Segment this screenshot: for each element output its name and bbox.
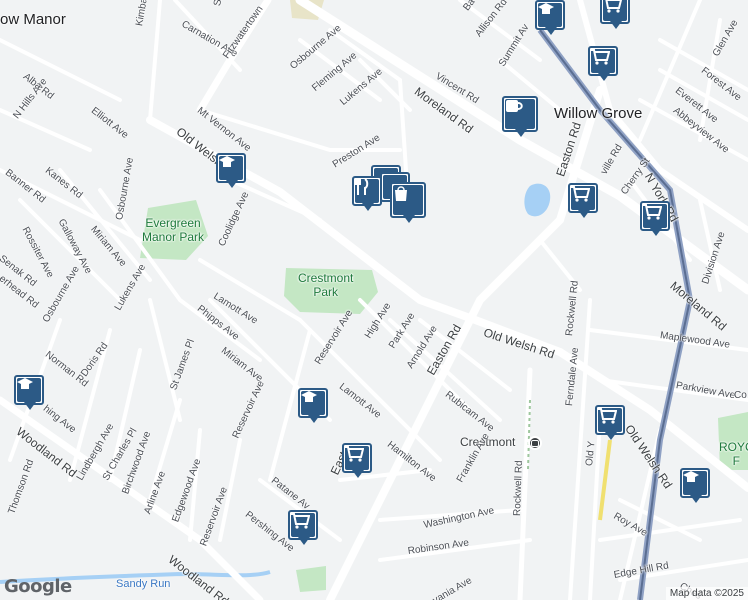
school-pin[interactable] [535, 0, 565, 35]
shopping-bag-icon [395, 186, 407, 201]
map-canvas[interactable]: ow Manor Willow Grove Crestmont Evergree… [0, 0, 748, 600]
shopping-cart-icon [598, 408, 617, 424]
map-attribution[interactable]: Map data ©2025 [665, 587, 748, 600]
grocery-pin[interactable] [568, 183, 598, 218]
shopping-cart-icon [291, 513, 310, 529]
grocery-pin[interactable] [588, 46, 618, 81]
trail-yellow [598, 439, 612, 521]
grocery-pin[interactable] [288, 510, 318, 545]
restaurant-pin[interactable] [352, 176, 382, 211]
school-icon [17, 378, 33, 389]
school-pin[interactable] [680, 468, 710, 503]
water-label-sandy-run: Sandy Run [116, 578, 171, 590]
school-icon [301, 391, 317, 402]
cafe-icon [506, 100, 523, 112]
school-icon [538, 3, 554, 14]
street-label: Rockwell Rd [512, 460, 525, 517]
park-label-evergreen: Evergreen Manor Park [142, 216, 205, 244]
school-pin[interactable] [216, 153, 246, 188]
map-base-layer [0, 0, 748, 600]
shopping-cart-icon [591, 49, 610, 65]
grocery-pin[interactable] [600, 0, 630, 32]
park-area-south [296, 566, 326, 592]
street-label: Co [734, 390, 747, 401]
shopping-cart-icon [605, 0, 622, 13]
google-logo[interactable]: Google [4, 576, 72, 597]
grocery-pin[interactable] [640, 201, 670, 236]
grocery-pin[interactable] [342, 443, 372, 478]
pond [524, 183, 551, 217]
shopping-cart-icon [643, 204, 662, 220]
school-icon [219, 156, 235, 167]
school-pin[interactable] [298, 388, 328, 423]
street-label: Old Y [584, 440, 598, 467]
school-icon [683, 471, 699, 482]
restaurant-icon [355, 178, 369, 195]
train-station-icon[interactable] [528, 436, 542, 450]
park-label-roy: ROYCF [719, 440, 748, 468]
place-label-willow-grove: Willow Grove [554, 105, 643, 122]
shopping-cart-icon [345, 446, 364, 462]
park-label-crestmont: Crestmont Park [298, 271, 354, 299]
shopping-cart-icon [571, 186, 590, 202]
cafe-pin[interactable] [502, 96, 538, 137]
place-label-manor: ow Manor [0, 11, 66, 28]
shopping-pin[interactable] [390, 182, 426, 223]
grocery-pin[interactable] [595, 405, 625, 440]
school-pin[interactable] [14, 375, 44, 410]
